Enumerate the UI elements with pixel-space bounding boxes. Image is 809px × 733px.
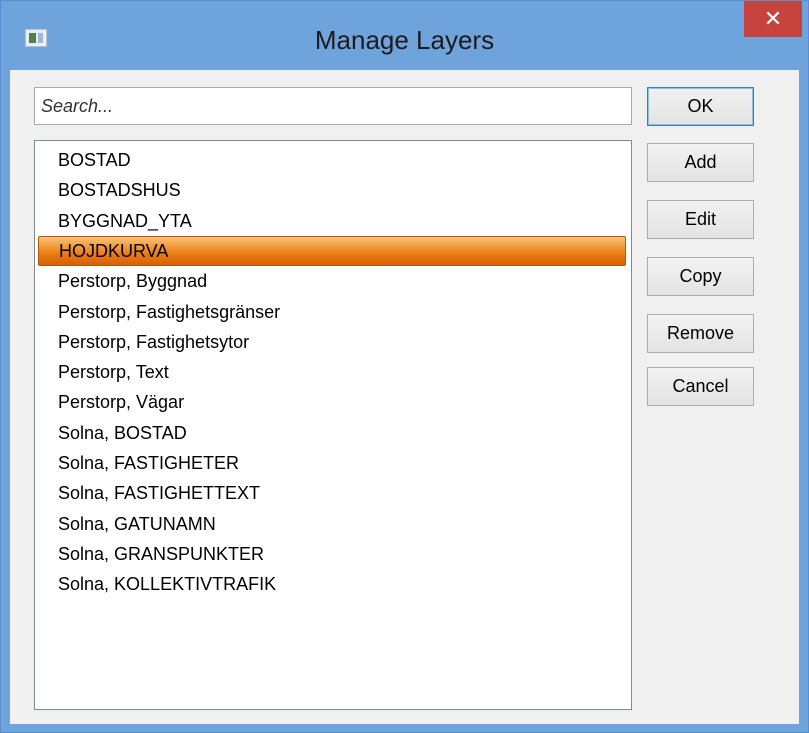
list-item[interactable]: Perstorp, Byggnad — [38, 266, 626, 296]
search-input[interactable] — [34, 87, 632, 125]
list-item[interactable]: Solna, GRANSPUNKTER — [38, 539, 626, 569]
edit-button[interactable]: Edit — [647, 200, 754, 239]
list-item[interactable]: BOSTAD — [38, 145, 626, 175]
dialog-body: BOSTADBOSTADSHUSBYGGNAD_YTAHOJDKURVAPers… — [10, 70, 799, 724]
manage-layers-window: Manage Layers ✕ BOSTADBOSTADSHUSBYGGNAD_… — [0, 0, 809, 733]
copy-button[interactable]: Copy — [647, 257, 754, 296]
window-title: Manage Layers — [314, 25, 495, 55]
layer-list[interactable]: BOSTAD BOSTADSHUS BYGGNAD_YTA HOJDKURVA Pers… — [34, 140, 632, 710]
list-item[interactable]: BOSTADSHUS — [38, 175, 626, 205]
close-icon: ✕ — [763, 6, 783, 32]
cancel-button[interactable]: Cancel — [647, 367, 754, 406]
list-item[interactable]: Perstorp, Vägar — [38, 387, 626, 417]
ok-button[interactable]: OK — [647, 87, 754, 126]
list-item[interactable]: Solna, FASTIGHETTEXT — [38, 478, 626, 508]
list-item[interactable]: Perstorp, Text — [38, 357, 626, 387]
list-item[interactable]: Solna, FASTIGHETER — [38, 448, 626, 478]
list-item[interactable]: Perstorp, Fastighetsgränser — [38, 297, 626, 327]
close-button[interactable]: ✕ — [744, 1, 802, 37]
remove-button[interactable]: Remove — [647, 314, 754, 353]
list-item[interactable]: Solna, GATUNAMN — [38, 509, 626, 539]
add-button[interactable]: Add — [647, 143, 754, 182]
list-item[interactable]: Solna, KOLLEKTIVTRAFIK — [38, 569, 626, 599]
list-item[interactable]: Solna, BOSTAD — [38, 418, 626, 448]
list-item[interactable]: BYGGNAD_YTA — [38, 206, 626, 236]
list-item[interactable]: HOJDKURVA — [38, 235, 626, 266]
list-item[interactable]: Perstorp, Fastighetsytor — [38, 327, 626, 357]
